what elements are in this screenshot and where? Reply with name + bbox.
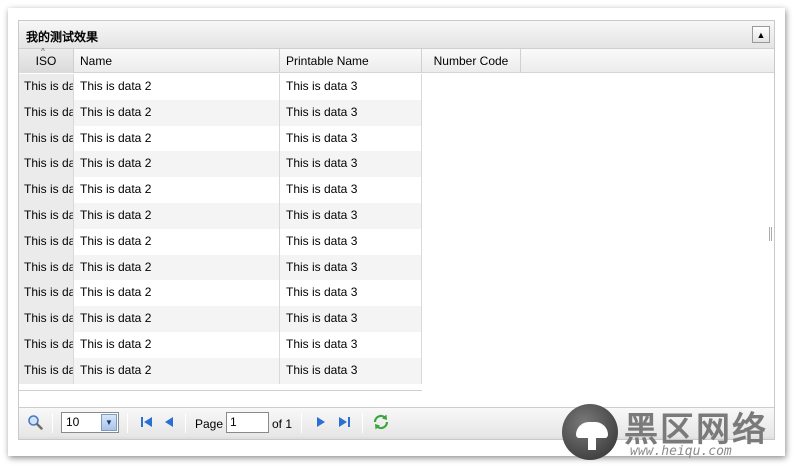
table-row[interactable]: This is da This is data 2 This is data 3 bbox=[19, 254, 422, 281]
toolbar-separator bbox=[185, 413, 186, 433]
table-row[interactable]: This is da This is data 2 This is data 3 bbox=[19, 228, 422, 255]
cell-name: This is data 2 bbox=[74, 357, 280, 384]
grid-bottom-border bbox=[19, 390, 422, 391]
cell-printable-name: This is data 3 bbox=[280, 228, 422, 255]
page-number-value: 1 bbox=[230, 415, 237, 429]
cell-printable-name: This is data 3 bbox=[280, 306, 422, 332]
resize-handle[interactable] bbox=[769, 227, 772, 241]
cell-printable-name: This is data 3 bbox=[280, 177, 422, 203]
table-row[interactable]: This is da This is data 2 This is data 3 bbox=[19, 177, 422, 203]
cell-iso: This is da bbox=[19, 151, 74, 178]
table-row[interactable]: This is da This is data 2 This is data 3 bbox=[19, 151, 422, 178]
cell-name: This is data 2 bbox=[74, 202, 280, 229]
page-label: Page bbox=[195, 417, 224, 431]
watermark-url: www.heiqu.com bbox=[630, 444, 732, 459]
cell-name: This is data 2 bbox=[74, 177, 280, 203]
cell-printable-name: This is data 3 bbox=[280, 151, 422, 178]
toolbar-separator bbox=[127, 413, 128, 433]
chevron-down-icon[interactable]: ▼ bbox=[101, 414, 117, 431]
column-header-iso[interactable]: ^ ISO bbox=[19, 47, 74, 73]
table-row[interactable]: This is da This is data 2 This is data 3 bbox=[19, 280, 422, 307]
column-header-printable-name[interactable]: Printable Name bbox=[280, 49, 422, 73]
next-page-icon[interactable] bbox=[316, 415, 326, 432]
cell-printable-name: This is data 3 bbox=[280, 125, 422, 152]
first-page-icon[interactable] bbox=[140, 415, 154, 432]
page-total-label: of 1 bbox=[272, 417, 293, 431]
cell-printable-name: This is data 3 bbox=[280, 202, 422, 229]
column-header-label: Printable Name bbox=[286, 54, 369, 68]
table-row[interactable]: This is da This is data 2 This is data 3 bbox=[19, 357, 422, 384]
cell-iso: This is da bbox=[19, 357, 74, 384]
cell-iso: This is da bbox=[19, 331, 74, 358]
watermark: 黑区网络 www.heiqu.com bbox=[560, 400, 792, 462]
cell-iso: This is da bbox=[19, 254, 74, 281]
prev-page-icon[interactable] bbox=[164, 415, 174, 432]
cell-iso: This is da bbox=[19, 228, 74, 255]
cell-name: This is data 2 bbox=[74, 280, 280, 307]
cell-iso: This is da bbox=[19, 74, 74, 100]
cell-name: This is data 2 bbox=[74, 254, 280, 281]
resize-grip[interactable] bbox=[381, 439, 403, 440]
column-header-name[interactable]: Name bbox=[74, 49, 280, 73]
page-number-input[interactable]: 1 bbox=[226, 412, 269, 433]
grid-panel: 我的测试效果 ▲ ^ ISO Name Printable Name Numbe… bbox=[18, 20, 775, 440]
screenshot-frame: 我的测试效果 ▲ ^ ISO Name Printable Name Numbe… bbox=[8, 8, 785, 456]
cell-name: This is data 2 bbox=[74, 228, 280, 255]
sort-asc-icon: ^ bbox=[41, 47, 45, 56]
last-page-icon[interactable] bbox=[337, 415, 351, 432]
cell-iso: This is da bbox=[19, 202, 74, 229]
collapse-button[interactable]: ▲ bbox=[752, 26, 770, 43]
cell-name: This is data 2 bbox=[74, 331, 280, 358]
table-row[interactable]: This is da This is data 2 This is data 3 bbox=[19, 74, 422, 100]
cell-name: This is data 2 bbox=[74, 125, 280, 152]
toolbar-separator bbox=[301, 413, 302, 433]
cell-printable-name: This is data 3 bbox=[280, 280, 422, 307]
cell-printable-name: This is data 3 bbox=[280, 331, 422, 358]
cell-name: This is data 2 bbox=[74, 99, 280, 126]
cell-name: This is data 2 bbox=[74, 74, 280, 100]
table-row[interactable]: This is da This is data 2 This is data 3 bbox=[19, 125, 422, 152]
table-row[interactable]: This is da This is data 2 This is data 3 bbox=[19, 331, 422, 358]
panel-title: 我的测试效果 bbox=[26, 30, 99, 44]
table-row[interactable]: This is da This is data 2 This is data 3 bbox=[19, 202, 422, 229]
search-icon[interactable] bbox=[27, 414, 43, 433]
cell-printable-name: This is data 3 bbox=[280, 74, 422, 100]
table-row[interactable]: This is da This is data 2 This is data 3 bbox=[19, 306, 422, 332]
column-header-label: Name bbox=[80, 54, 113, 68]
page-size-select[interactable]: 10 ▼ bbox=[61, 412, 119, 433]
cell-iso: This is da bbox=[19, 306, 74, 332]
cell-iso: This is da bbox=[19, 125, 74, 152]
toolbar-separator bbox=[362, 413, 363, 433]
table-row[interactable]: This is da This is data 2 This is data 3 bbox=[19, 99, 422, 126]
grid-body: This is da This is data 2 This is data 3 T… bbox=[19, 74, 422, 384]
cell-iso: This is da bbox=[19, 99, 74, 126]
cell-name: This is data 2 bbox=[74, 306, 280, 332]
collapse-icon: ▲ bbox=[756, 29, 766, 40]
cell-printable-name: This is data 3 bbox=[280, 357, 422, 384]
watermark-logo bbox=[562, 404, 618, 460]
column-header-number-code[interactable]: Number Code bbox=[422, 49, 521, 73]
cell-name: This is data 2 bbox=[74, 151, 280, 178]
page-size-value: 10 bbox=[66, 415, 80, 429]
cell-iso: This is da bbox=[19, 177, 74, 203]
cell-iso: This is da bbox=[19, 280, 74, 307]
column-header-label: Number Code bbox=[433, 54, 509, 68]
column-header-label: ISO bbox=[35, 54, 57, 68]
panel-titlebar: 我的测试效果 ▲ bbox=[19, 21, 774, 49]
cell-printable-name: This is data 3 bbox=[280, 99, 422, 126]
grid-header: ^ ISO Name Printable Name Number Code bbox=[19, 47, 774, 73]
refresh-icon[interactable] bbox=[372, 413, 390, 436]
cell-printable-name: This is data 3 bbox=[280, 254, 422, 281]
toolbar-separator bbox=[52, 413, 53, 433]
